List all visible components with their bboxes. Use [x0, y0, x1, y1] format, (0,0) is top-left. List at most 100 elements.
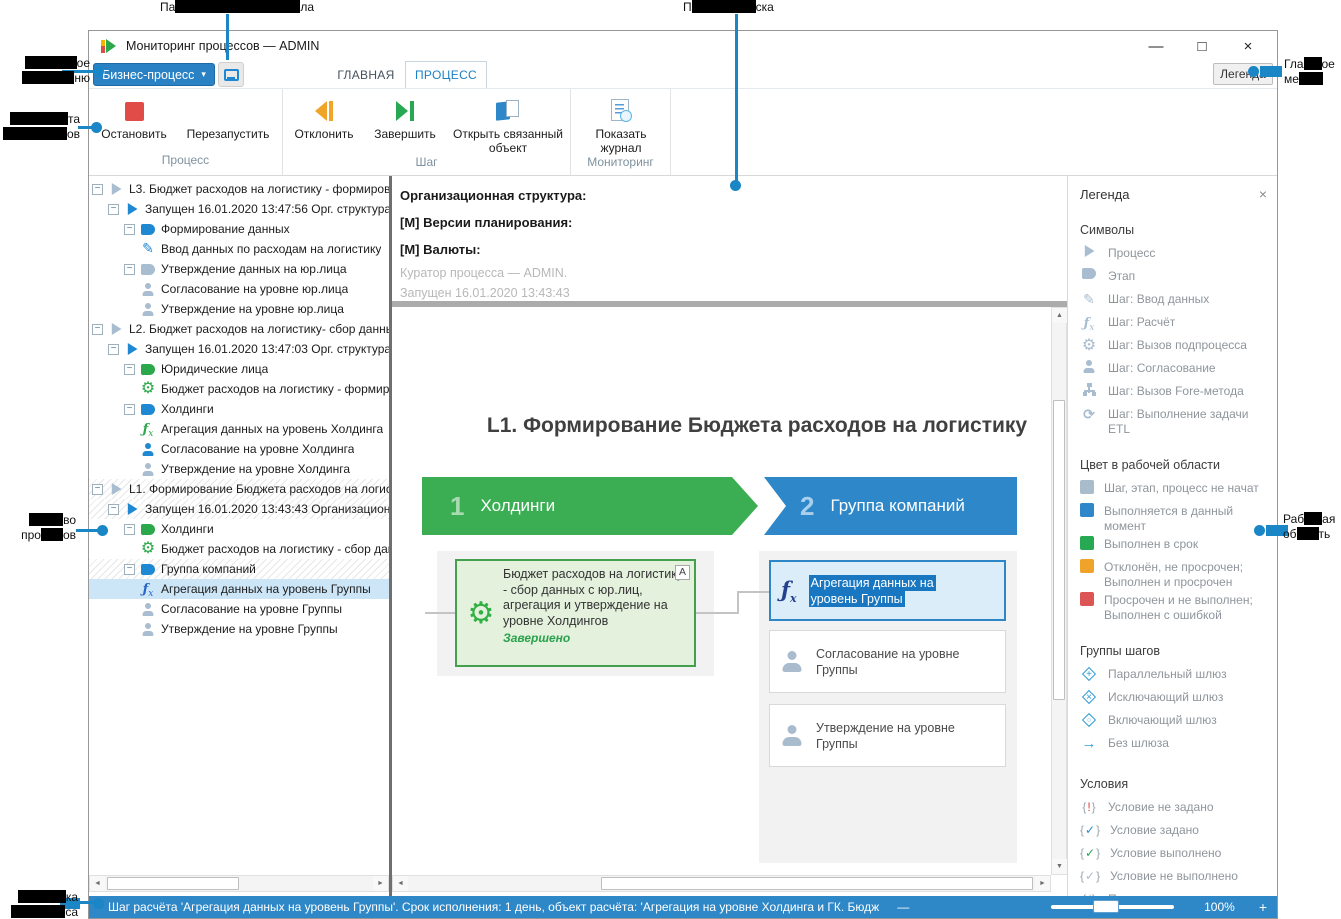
- scrollbar-thumb[interactable]: [601, 877, 1033, 890]
- user-icon: [780, 725, 804, 746]
- tree-row[interactable]: − Запущен 16.01.2020 13:47:03 Орг. струк…: [89, 339, 389, 359]
- scroll-down-icon[interactable]: ▼: [1052, 859, 1067, 874]
- ribbon-group-process: Остановить Перезапустить Процесс: [89, 89, 283, 175]
- tree-row[interactable]: Согласование на уровне Группы: [89, 599, 389, 619]
- zoom-slider[interactable]: [1051, 905, 1174, 909]
- tree-row[interactable]: − L2. Бюджет расходов на логистику- сбор…: [89, 319, 389, 339]
- quick-access-button[interactable]: [218, 62, 244, 87]
- stage-label: Группа компаний: [830, 496, 964, 516]
- legend-item: {✓} Условие выполнено: [1080, 843, 1269, 866]
- tree-row[interactable]: Бюджет расходов на логистику - сбор данн…: [89, 539, 389, 559]
- subprocess-card-completed[interactable]: A Бюджет расходов на логистику - сбор да…: [455, 559, 696, 667]
- close-button[interactable]: ×: [1233, 38, 1263, 55]
- page: Мониторинг процессов — ADMIN — □ × Бизне…: [0, 0, 1341, 919]
- expander-icon[interactable]: −: [108, 344, 119, 355]
- tree-row[interactable]: Ввод данных по расходам на логистику: [89, 239, 389, 259]
- tree-item-label: Утверждение данных на юр.лица: [161, 262, 347, 276]
- callout-tree: во проов: [14, 513, 76, 543]
- legend-symbol-icon: [1083, 291, 1095, 309]
- zoom-in-button[interactable]: +: [1259, 899, 1267, 915]
- step-card-calculation-selected[interactable]: Агрегация данных на уровень Группы: [769, 560, 1006, 621]
- tree-row[interactable]: − Холдинги: [89, 399, 389, 419]
- tree-item-icon: [143, 420, 154, 439]
- status-color-swatch: [1080, 480, 1094, 494]
- ribbon-button[interactable]: Показать журнал: [574, 93, 668, 155]
- ribbon-button[interactable]: Перезапустить: [176, 93, 280, 141]
- tree-row[interactable]: − Формирование данных: [89, 219, 389, 239]
- tree-row[interactable]: Агрегация данных на уровень Группы: [89, 579, 389, 599]
- canvas-horizontal-scrollbar[interactable]: ◄ ►: [392, 875, 1051, 892]
- tree-item-icon: [141, 380, 155, 398]
- scroll-left-icon[interactable]: ◄: [393, 876, 408, 891]
- scroll-right-icon[interactable]: ►: [1035, 876, 1050, 891]
- condition-icon: {✓}: [1080, 868, 1100, 883]
- scrollbar-thumb[interactable]: [107, 877, 239, 890]
- zoom-out-button[interactable]: —: [897, 900, 909, 914]
- tab-process[interactable]: ПРОЦЕСС: [405, 61, 487, 88]
- close-icon[interactable]: ×: [1259, 186, 1267, 202]
- stage-chevron-holdings[interactable]: 1 Холдинги: [422, 477, 758, 535]
- tree-row[interactable]: Утверждение на уровне Холдинга: [89, 459, 389, 479]
- tree-row[interactable]: − Утверждение данных на юр.лица: [89, 259, 389, 279]
- tree-row[interactable]: − Юридические лица: [89, 359, 389, 379]
- ribbon-button[interactable]: Отклонить: [286, 93, 362, 141]
- step-card-approval[interactable]: Согласование на уровне Группы: [769, 630, 1006, 693]
- ribbon-button[interactable]: Открыть связанный объект: [448, 93, 568, 155]
- tree-item-label: L2. Бюджет расходов на логистику- сбор д…: [129, 322, 389, 336]
- expander-icon[interactable]: −: [92, 484, 103, 495]
- info-currencies: [М] Валюты:: [400, 236, 1067, 263]
- zoom-slider-thumb[interactable]: [1093, 900, 1119, 913]
- window-body: − L3. Бюджет расходов на логистику - фор…: [89, 176, 1277, 896]
- legend-item: {!} Условие не задано: [1080, 797, 1269, 820]
- scrollbar-thumb[interactable]: [1053, 400, 1065, 700]
- status-color-swatch: [1080, 592, 1094, 606]
- tree-row[interactable]: Согласование на уровне Холдинга: [89, 439, 389, 459]
- expander-icon[interactable]: −: [124, 404, 135, 415]
- tree-row[interactable]: − L1. Формирование Бюджета расходов на л…: [89, 479, 389, 499]
- expander-icon[interactable]: −: [92, 184, 103, 195]
- expander-icon[interactable]: −: [124, 224, 135, 235]
- canvas-vertical-scrollbar[interactable]: ▲ ▼: [1051, 307, 1067, 875]
- tree-item-label: Холдинги: [161, 522, 214, 536]
- minimize-button[interactable]: —: [1141, 38, 1171, 55]
- ribbon-button[interactable]: Завершить: [362, 93, 448, 141]
- tree-row[interactable]: Бюджет расходов на логистику - формирова…: [89, 379, 389, 399]
- callout-line: [226, 14, 229, 60]
- tree-row[interactable]: − Группа компаний: [89, 559, 389, 579]
- tree-item-label: Запущен 16.01.2020 13:47:56 Орг. структу…: [145, 202, 389, 216]
- expander-icon[interactable]: −: [124, 264, 135, 275]
- expander-icon[interactable]: −: [92, 324, 103, 335]
- tree-row[interactable]: − Холдинги: [89, 519, 389, 539]
- tree-row[interactable]: − Запущен 16.01.2020 13:43:43 Организаци…: [89, 499, 389, 519]
- print-icon: [224, 69, 239, 81]
- legend-item: Шаг: Вызов подпроцесса: [1080, 335, 1269, 358]
- maximize-button[interactable]: □: [1187, 38, 1217, 55]
- tree-row[interactable]: Агрегация данных на уровень Холдинга: [89, 419, 389, 439]
- tree-item-label: Согласование на уровне юр.лица: [161, 282, 348, 296]
- tree-item-icon: [142, 463, 154, 476]
- expander-icon[interactable]: −: [124, 524, 135, 535]
- scroll-right-icon[interactable]: ►: [373, 876, 388, 891]
- tree-row[interactable]: Утверждение на уровне Группы: [89, 619, 389, 639]
- scroll-up-icon[interactable]: ▲: [1052, 308, 1067, 323]
- fx-calculation-icon: [781, 577, 797, 605]
- stage-chevron-group[interactable]: 2 Группа компаний: [764, 477, 1017, 535]
- expander-icon[interactable]: −: [124, 364, 135, 375]
- tree-horizontal-scrollbar[interactable]: ◄ ►: [89, 875, 389, 892]
- expander-icon[interactable]: −: [108, 204, 119, 215]
- tab-main[interactable]: ГЛАВНАЯ: [335, 61, 397, 88]
- step-card-confirmation[interactable]: Утверждение на уровне Группы: [769, 704, 1006, 767]
- connector-line: [696, 612, 739, 614]
- tree-row[interactable]: − Запущен 16.01.2020 13:47:56 Орг. струк…: [89, 199, 389, 219]
- expander-icon[interactable]: −: [108, 504, 119, 515]
- expander-icon[interactable]: −: [124, 564, 135, 575]
- tree-item-icon: [111, 183, 122, 195]
- tree-item-label: Утверждение на уровне Группы: [161, 622, 338, 636]
- tree-row[interactable]: Утверждение на уровне юр.лица: [89, 299, 389, 319]
- business-process-menu-button[interactable]: Бизнес-процесс ▾: [93, 63, 215, 86]
- legend-item-label: Параллельный шлюз: [1108, 664, 1227, 682]
- tree-row[interactable]: − L3. Бюджет расходов на логистику - фор…: [89, 179, 389, 199]
- scroll-left-icon[interactable]: ◄: [90, 876, 105, 891]
- ribbon-button[interactable]: Остановить: [92, 93, 176, 141]
- tree-row[interactable]: Согласование на уровне юр.лица: [89, 279, 389, 299]
